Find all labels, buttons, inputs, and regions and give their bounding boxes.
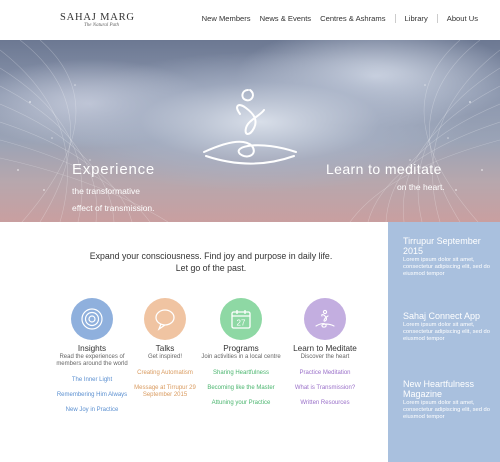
nav-centres-ashrams[interactable]: Centres & Ashrams [320,14,385,23]
sidebar-news-item[interactable]: Sahaj Connect App Lorem ipsum dolor sit … [403,311,495,343]
insight-icon[interactable] [71,298,113,340]
link-the-inner-light[interactable]: The Inner Light [50,377,134,384]
programs-column: 27 Programs Join activities in a local c… [199,298,283,415]
meditation-figure-logo [203,89,297,165]
meditation-glyph [315,309,335,328]
insights-title: Insights [77,344,107,353]
learn-to-meditate-column: Learn to Meditate Discover the heart Pra… [283,298,367,415]
talks-links: Creating Automatism Message at Tirrupur … [123,370,207,399]
sidebar-news-text: Lorem ipsum dolor sit amet, consectetur … [403,322,491,342]
link-written-resources[interactable]: Written Resources [283,400,367,407]
talks-subtitle: Get inspired! [147,354,183,360]
programs-links: Sharing Heartfulness Becoming like the M… [199,370,283,407]
insight-glyph [81,308,103,330]
sidebar-news-item[interactable]: Tirrupur September 2015 Lorem ipsum dolo… [403,236,495,278]
link-becoming-like-the-master[interactable]: Becoming like the Master [199,385,283,392]
nav-news-events[interactable]: News & Events [260,14,312,23]
intro-line2: Let go of the past. [175,263,247,273]
intro-line1: Expand your consciousness. Find joy and … [89,251,333,261]
logo-tagline: The Natural Path [84,23,120,28]
link-message-at-tirrupur[interactable]: Message at Tirrupur 29 September 2015 [123,385,207,399]
learn-to-meditate-title: Learn to Meditate [293,344,357,353]
link-remembering-him-always[interactable]: Remembering Him Always [50,392,134,399]
nav-library[interactable]: Library [394,14,428,23]
intro-text: Expand your consciousness. Find joy and … [50,250,372,274]
meditation-icon[interactable] [304,298,346,340]
hero-banner: Experience the transformative effect of … [0,40,500,222]
learn-to-meditate-subtitle: Discover the heart [300,354,350,360]
link-sharing-heartfulness[interactable]: Sharing Heartfulness [199,370,283,377]
sidebar-news-text: Lorem ipsum dolor sit amet, consectetur … [403,400,491,420]
site-logo[interactable]: SAHAJ MARG The Natural Path [60,12,135,28]
hero-experience-subtext: the transformative effect of transmissio… [72,183,155,217]
hero-experience-line1: the transformative [72,186,141,196]
programs-title: Programs [223,344,259,353]
insights-links: The Inner Light Remembering Him Always N… [50,377,134,414]
sidebar-news-title: New Heartfulness Magazine [403,379,475,399]
hero-experience-heading: Experience [72,161,156,178]
speech-bubble-icon[interactable] [144,298,186,340]
sidebar-news-item[interactable]: New Heartfulness Magazine Lorem ipsum do… [403,379,495,421]
calendar-day: 27 [237,319,246,328]
main-nav: New Members News & Events Centres & Ashr… [202,14,478,23]
sidebar-news-title: Sahaj Connect App [403,311,481,321]
insights-subtitle: Read the experiences of members around t… [56,354,128,367]
nav-about-us[interactable]: About Us [436,14,478,23]
calendar-icon[interactable]: 27 [220,298,262,340]
link-creating-automatism[interactable]: Creating Automatism [123,370,207,377]
link-what-is-transmission[interactable]: What is Transmission? [283,385,367,392]
talks-title: Talks [155,344,175,353]
sidebar-news-title: Tirrupur September 2015 [403,236,481,256]
site-header: SAHAJ MARG The Natural Path New Members … [0,0,500,40]
link-attuning-your-practice[interactable]: Attuning your Practice [199,400,283,407]
news-sidebar: Tirrupur September 2015 Lorem ipsum dolo… [388,222,500,462]
speech-bubble-glyph [155,309,175,331]
hero-learn-subtext: on the heart. [397,182,445,192]
calendar-glyph: 27 [231,310,251,329]
sidebar-news-text: Lorem ipsum dolor sit amet, consectetur … [403,257,491,277]
insights-column: Insights Read the experiences of members… [50,298,134,422]
logo-title: SAHAJ MARG [60,12,135,23]
nav-new-members[interactable]: New Members [202,14,251,23]
link-practice-meditation[interactable]: Practice Meditation [283,370,367,377]
hero-learn-heading[interactable]: Learn to meditate [326,161,442,177]
link-new-joy-in-practice[interactable]: New Joy in Practice [50,407,134,414]
programs-subtitle: Join activities in a local centre [201,354,281,360]
learn-to-meditate-links: Practice Meditation What is Transmission… [283,370,367,407]
hero-experience-line2: effect of transmission. [72,203,155,213]
talks-column: Talks Get inspired! Creating Automatism … [123,298,207,407]
